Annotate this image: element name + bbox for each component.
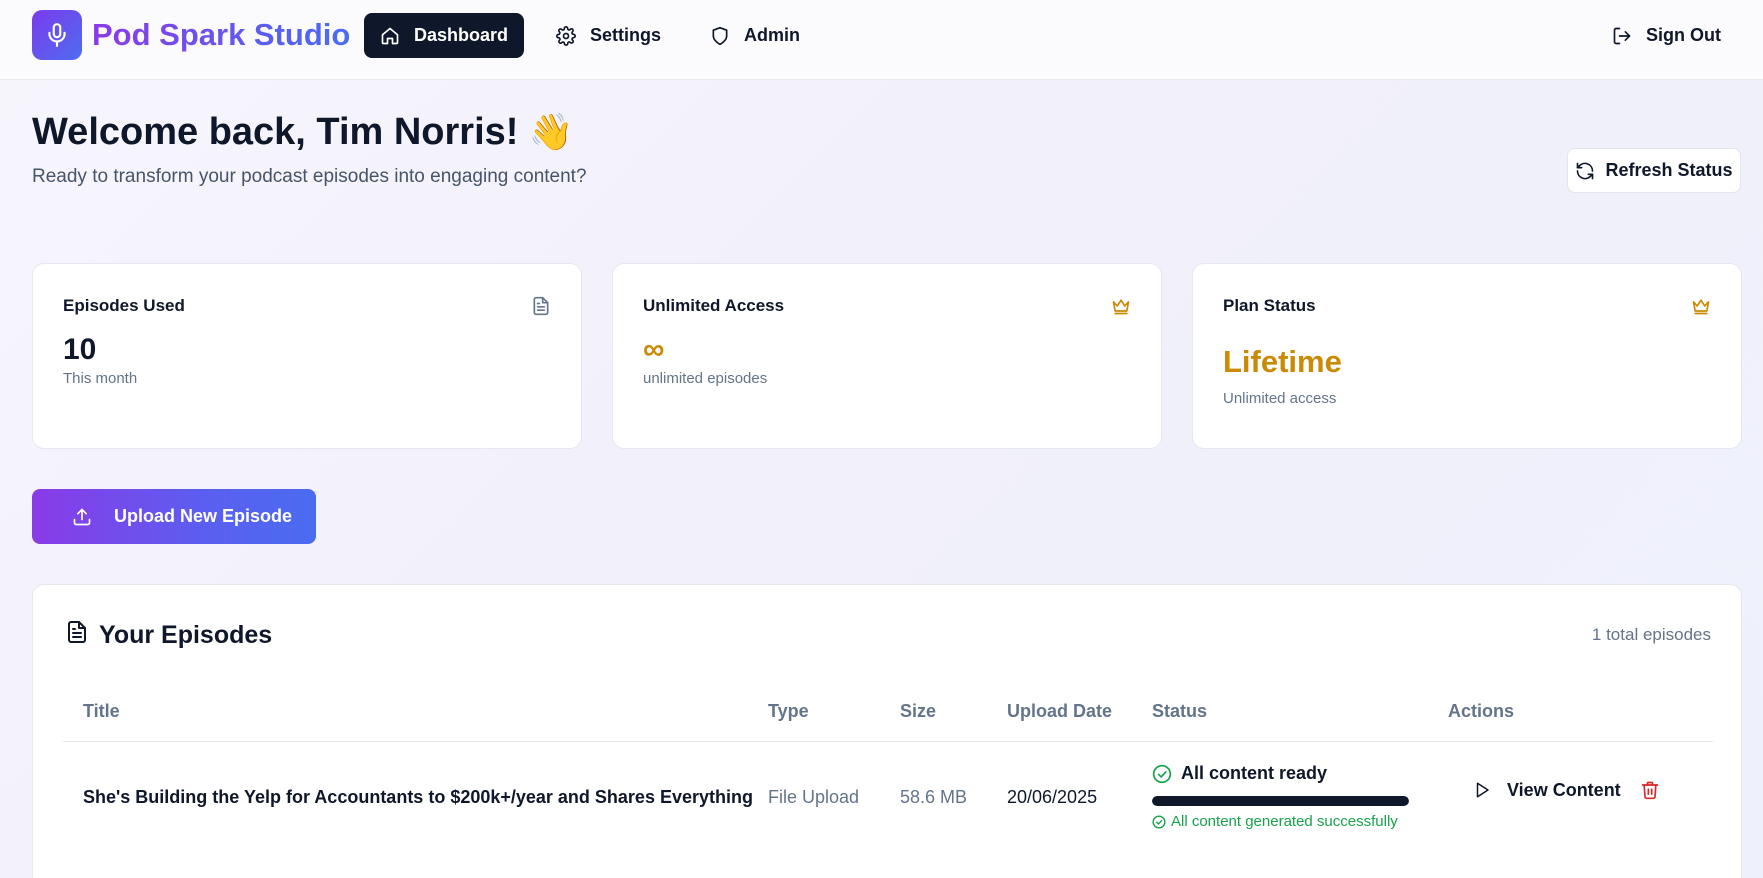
upload-new-episode-button[interactable]: Upload New Episode [32, 489, 316, 544]
stat-value: ∞ [643, 333, 665, 366]
column-header-type: Type [768, 701, 809, 721]
stat-subtext: This month [63, 370, 138, 387]
refresh-icon [1577, 162, 1594, 179]
episodes-title: Your Episodes [99, 621, 273, 649]
nav-settings-button[interactable]: Settings [540, 13, 677, 58]
stat-card-episodes-used: Episodes Used 10 This month [32, 263, 582, 449]
nav-dashboard-label: Dashboard [414, 25, 509, 45]
play-icon [1476, 782, 1489, 798]
nav-dashboard-button[interactable]: Dashboard [364, 13, 525, 58]
nav-admin-label: Admin [744, 25, 800, 45]
stat-title: Unlimited Access [643, 296, 785, 315]
episode-type-cell: File Upload [768, 787, 860, 807]
episode-progress-fill [1152, 796, 1409, 806]
check-circle-icon [1152, 764, 1172, 783]
episode-upload-date-cell: 20/06/2025 [1007, 787, 1098, 807]
view-content-label: View Content [1507, 779, 1621, 800]
logo-microphone-icon [32, 10, 82, 60]
column-header-actions: Actions [1448, 701, 1515, 721]
page-title: Welcome back, Tim Norris! 👋 [32, 108, 573, 156]
sign-out-label: Sign Out [1646, 25, 1721, 45]
column-header-title: Title [83, 701, 120, 721]
shield-icon [712, 26, 728, 45]
stat-subtext: Unlimited access [1223, 390, 1337, 407]
view-content-button[interactable]: View Content [1461, 769, 1633, 811]
column-header-size: Size [900, 701, 937, 721]
column-header-status: Status [1152, 701, 1208, 721]
episodes-count: 1 total episodes [1591, 625, 1711, 644]
home-icon [381, 27, 399, 44]
refresh-status-label: Refresh Status [1605, 160, 1733, 180]
sign-out-button[interactable]: Sign Out [1596, 13, 1737, 58]
episode-progress-bar [1152, 796, 1409, 806]
episodes-panel: Your Episodes 1 total episodes Title Typ… [32, 584, 1742, 878]
trash-icon [1641, 781, 1659, 800]
stat-value: 10 [63, 333, 97, 366]
delete-episode-button[interactable] [1637, 777, 1663, 803]
app-name: Pod Spark Studio [92, 17, 351, 52]
table-header-divider [63, 741, 1713, 742]
stat-card-unlimited-access: Unlimited Access ∞ unlimited episodes [612, 263, 1162, 449]
episode-size-cell: 58.6 MB [900, 787, 968, 807]
log-out-icon [1613, 27, 1631, 44]
stat-subtext: unlimited episodes [643, 370, 768, 387]
stat-title: Episodes Used [63, 296, 185, 315]
episode-status-detail-label: All content generated successfully [1171, 813, 1398, 830]
waving-hand-emoji: 👋 [528, 111, 574, 152]
page-subtitle: Ready to transform your podcast episodes… [32, 166, 587, 187]
top-navbar: Pod Spark Studio Dashboard Settings Admi… [0, 0, 1763, 80]
episode-status-detail: All content generated successfully [1152, 813, 1398, 830]
upload-icon [73, 508, 91, 525]
document-icon [65, 619, 89, 650]
welcome-text: Welcome back, Tim Norris! [32, 111, 519, 153]
document-icon [531, 296, 551, 321]
episode-title-cell: She's Building the Yelp for Accountants … [83, 787, 753, 807]
crown-icon [1691, 296, 1711, 321]
nav-settings-label: Settings [590, 25, 662, 45]
crown-icon [1111, 296, 1131, 321]
column-header-upload-date: Upload Date [1007, 701, 1113, 721]
stat-card-plan-status: Plan Status Lifetime Unlimited access [1192, 263, 1742, 449]
upload-new-episode-label: Upload New Episode [114, 506, 293, 526]
gear-icon [556, 25, 576, 46]
stat-title: Plan Status [1223, 296, 1316, 315]
episode-status: All content ready [1152, 763, 1327, 784]
check-circle-icon [1152, 814, 1166, 829]
nav-admin-button[interactable]: Admin [694, 13, 816, 58]
stat-value: Lifetime [1223, 344, 1342, 379]
episode-status-label: All content ready [1181, 763, 1328, 783]
refresh-status-button[interactable]: Refresh Status [1567, 148, 1741, 193]
